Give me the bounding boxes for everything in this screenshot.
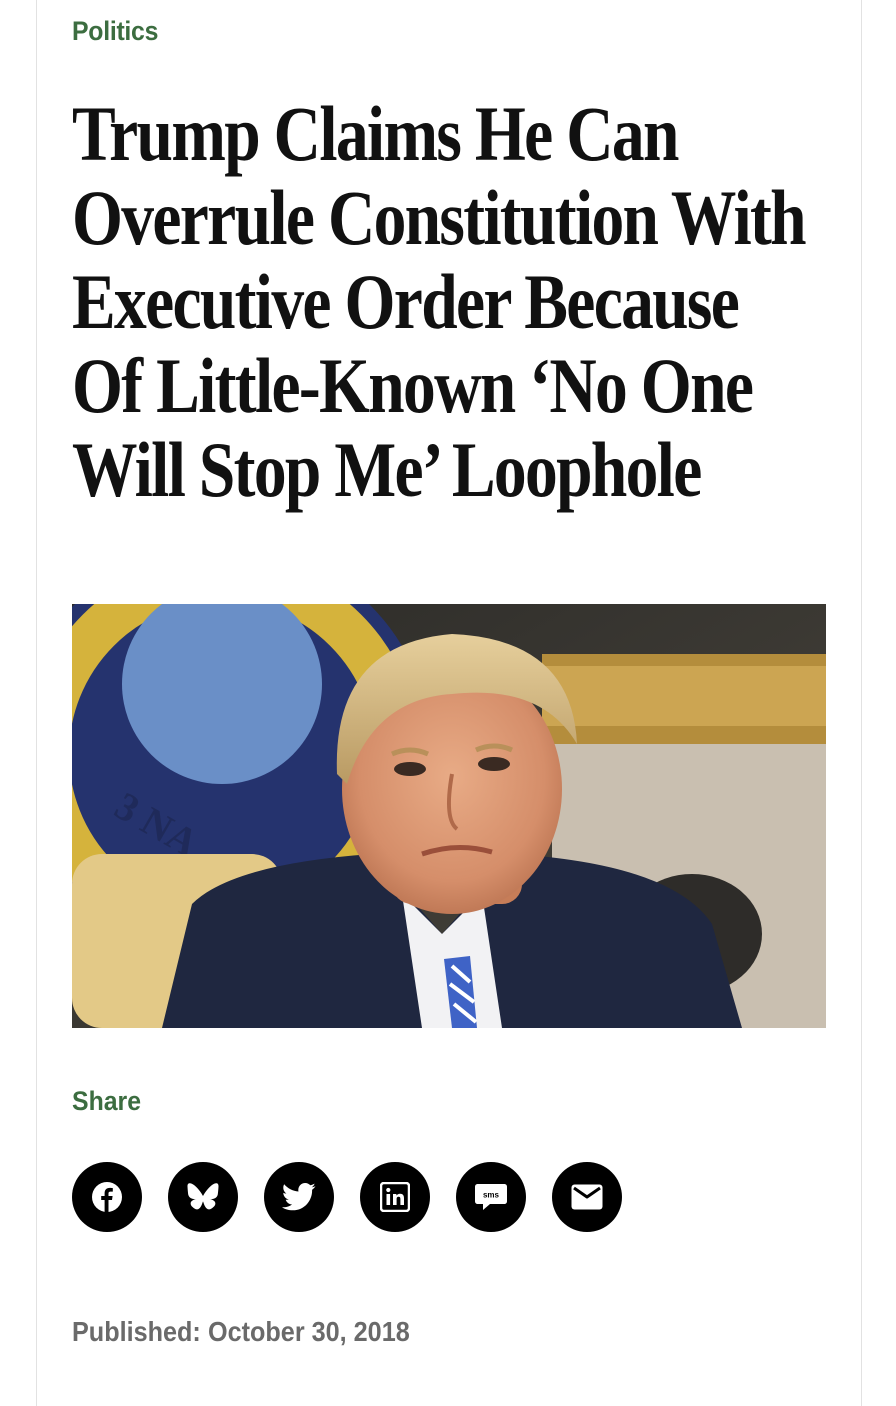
- published-meta: Published: October 30, 2018: [72, 1316, 410, 1348]
- hero-image: 3 NA: [72, 604, 826, 1028]
- share-label: Share: [72, 1086, 142, 1116]
- sms-icon: sms: [475, 1184, 507, 1210]
- facebook-icon: [92, 1182, 122, 1212]
- section-link[interactable]: Politics: [72, 16, 158, 47]
- share-buttons: sms: [72, 1162, 622, 1232]
- email-icon: [571, 1184, 603, 1210]
- bluesky-icon: [187, 1183, 219, 1210]
- share-email-button[interactable]: [552, 1162, 622, 1232]
- share-twitter-button[interactable]: [264, 1162, 334, 1232]
- published-label: Published:: [72, 1316, 201, 1347]
- published-date: October 30, 2018: [208, 1316, 410, 1347]
- share-sms-button[interactable]: sms: [456, 1162, 526, 1232]
- article-headline: Trump Claims He Can Overrule Constitutio…: [72, 90, 807, 513]
- twitter-icon: [282, 1183, 316, 1211]
- sms-glyph-text: sms: [483, 1191, 500, 1200]
- linkedin-icon: [380, 1182, 410, 1212]
- share-linkedin-button[interactable]: [360, 1162, 430, 1232]
- share-facebook-button[interactable]: [72, 1162, 142, 1232]
- share-bluesky-button[interactable]: [168, 1162, 238, 1232]
